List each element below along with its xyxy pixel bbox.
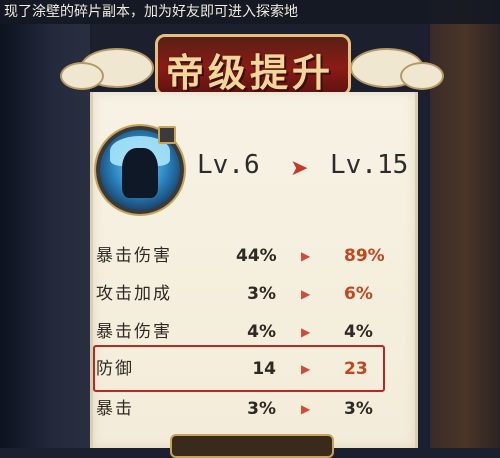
stat-from-value: 4% bbox=[247, 322, 276, 342]
stat-arrow-icon: ▶ bbox=[301, 362, 311, 376]
stat-row: 攻击加成 3% ▶ 6% bbox=[96, 280, 396, 308]
stat-to-value: 3% bbox=[344, 399, 373, 419]
cloud-decoration-left-small bbox=[60, 62, 104, 90]
stat-label: 暴击伤害 bbox=[96, 322, 172, 342]
stat-row: 暴击 3% ▶ 3% bbox=[96, 395, 396, 423]
stat-label: 暴击伤害 bbox=[96, 246, 172, 266]
stat-to-value: 4% bbox=[344, 322, 373, 342]
avatar-badge-icon bbox=[158, 126, 176, 144]
stat-from-value: 14 bbox=[252, 359, 276, 379]
stat-arrow-icon: ▶ bbox=[301, 325, 311, 339]
stat-label: 暴击 bbox=[96, 399, 134, 419]
stat-from-value: 44% bbox=[236, 246, 277, 266]
stat-to-value: 23 bbox=[344, 359, 368, 379]
notification-banner: 现了涂壁的碎片副本，加为好友即可进入探索地 bbox=[0, 0, 500, 24]
stat-from-value: 3% bbox=[247, 399, 276, 419]
stat-to-value: 89% bbox=[344, 246, 385, 266]
stat-label: 防御 bbox=[96, 359, 134, 379]
stat-arrow-icon: ▶ bbox=[301, 249, 311, 263]
background-right bbox=[430, 0, 500, 448]
stat-arrow-icon: ▶ bbox=[301, 402, 311, 416]
stat-from-value: 3% bbox=[247, 284, 276, 304]
stat-row: 暴击伤害 44% ▶ 89% bbox=[96, 242, 396, 270]
level-arrow-icon: ➤ bbox=[290, 156, 309, 181]
level-to: Lv.15 bbox=[330, 150, 409, 180]
title-header: 帝级提升 bbox=[60, 22, 444, 106]
stat-row-highlighted: 防御 14 ▶ 23 bbox=[96, 355, 396, 383]
confirm-button-edge[interactable] bbox=[170, 434, 334, 458]
stat-label: 攻击加成 bbox=[96, 284, 172, 304]
stat-to-value: 6% bbox=[344, 284, 373, 304]
cloud-decoration-right-small bbox=[400, 62, 444, 90]
level-from: Lv.6 bbox=[197, 150, 260, 180]
avatar-figure bbox=[122, 148, 158, 198]
stat-arrow-icon: ▶ bbox=[301, 287, 311, 301]
stat-row: 暴击伤害 4% ▶ 4% bbox=[96, 318, 396, 346]
